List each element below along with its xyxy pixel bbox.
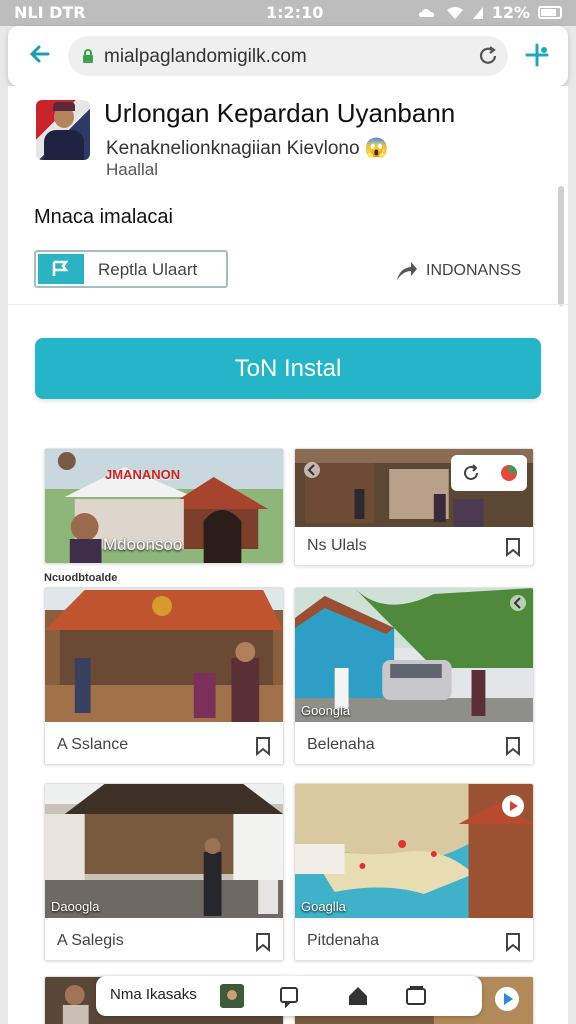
refresh-icon	[464, 464, 478, 480]
play-badge-icon[interactable]	[494, 986, 520, 1012]
gallery-card[interactable]: Goongla Belenaha	[294, 587, 534, 765]
thumb-caption: Mdoonsoo	[103, 535, 183, 554]
share-arrow-icon	[397, 262, 417, 280]
address-bar[interactable]: mialpaglandomigilk.com	[68, 36, 508, 76]
install-button[interactable]: ToN Instal	[35, 338, 541, 399]
bookmark-icon[interactable]	[505, 537, 521, 557]
prev-icon[interactable]	[303, 461, 321, 479]
card-caption: A Sslance	[57, 736, 129, 753]
extension-icon[interactable]	[524, 42, 550, 68]
reload-icon[interactable]	[476, 44, 500, 68]
url-text: mialpaglandomigilk.com	[104, 46, 307, 67]
browser-toolbar: mialpaglandomigilk.com	[8, 26, 568, 86]
app-subtitle: Kenaknelionknagiian Kievlono 😱	[106, 136, 388, 160]
lock-icon	[83, 49, 93, 63]
tabs-icon[interactable]	[404, 984, 428, 1008]
card-caption: Belenaha	[307, 736, 375, 753]
flag-icon	[38, 254, 84, 284]
bookmark-icon[interactable]	[505, 932, 521, 952]
chat-icon[interactable]	[278, 984, 302, 1008]
battery-percent: 12%	[491, 3, 530, 22]
gallery-card[interactable]: Goaglla Pitdenaha	[294, 783, 534, 961]
bookmark-icon[interactable]	[255, 932, 271, 952]
thumb-caption: Goaglla	[301, 899, 346, 914]
signal-icon	[472, 6, 483, 19]
dock-label[interactable]: Nma Ikasaks	[110, 986, 197, 1003]
region-link[interactable]: INDONANSS	[394, 260, 521, 282]
bottom-dock: Nma Ikasaks	[96, 976, 482, 1016]
status-bar: NLI DTR 1:2:10 12%	[0, 0, 576, 26]
card-caption: A Salegis	[57, 932, 124, 949]
gallery-card[interactable]: Ns Ulals	[294, 448, 534, 566]
thumb-caption: Daoogla	[51, 899, 100, 914]
banner-text: JMANANON	[105, 467, 181, 482]
cloud-icon	[418, 8, 434, 17]
gallery-card[interactable]: JMANANON Mdoonsoo	[44, 448, 284, 564]
app-title: Urlongan Kepardan Uyanbann	[104, 98, 456, 128]
region-label: INDONANSS	[426, 262, 522, 279]
battery-icon	[538, 6, 562, 19]
thumb-action-chip[interactable]	[451, 455, 527, 491]
bookmark-icon[interactable]	[255, 736, 271, 756]
gallery-card[interactable]: Daoogla A Salegis	[44, 783, 284, 961]
thumb-caption: Goongla	[301, 703, 351, 718]
app-thumbnail-icon[interactable]	[220, 984, 244, 1008]
app-subtitle-text: Kenaknelionknagiian Kievlono	[106, 138, 360, 159]
app-avatar	[36, 100, 90, 160]
thumbnail	[45, 784, 283, 918]
report-selector[interactable]: Reptla Ulaart	[34, 250, 228, 288]
selector-label: Reptla Ulaart	[98, 260, 198, 279]
card-caption: Pitdenaha	[307, 932, 380, 949]
section-label: Mnaca imalacai	[34, 206, 173, 228]
scared-face-icon: 😱	[364, 138, 389, 159]
thumbnail	[45, 588, 283, 722]
web-page: Urlongan Kepardan Uyanbann Kenaknelionkn…	[8, 86, 568, 1024]
home-icon[interactable]	[346, 984, 370, 1008]
thumbnail	[295, 784, 533, 918]
status-icons: 12%	[418, 3, 562, 22]
color-wheel-icon	[501, 465, 517, 481]
scrollbar[interactable]	[558, 186, 564, 306]
thumbnail	[295, 588, 533, 722]
carrier-label: NLI DTR	[14, 3, 86, 22]
play-badge-icon[interactable]	[501, 794, 525, 818]
back-arrow-icon[interactable]	[28, 40, 52, 68]
wifi-icon	[446, 6, 463, 19]
prev-icon[interactable]	[509, 594, 527, 612]
gallery-card[interactable]: A Sslance	[44, 587, 284, 765]
divider	[8, 304, 568, 305]
grid-heading: Ncuodbtoalde	[44, 572, 118, 584]
app-meta: Haallal	[106, 160, 158, 179]
bookmark-icon[interactable]	[505, 736, 521, 756]
clock: 1:2:10	[266, 3, 324, 22]
card-caption: Ns Ulals	[307, 537, 367, 554]
